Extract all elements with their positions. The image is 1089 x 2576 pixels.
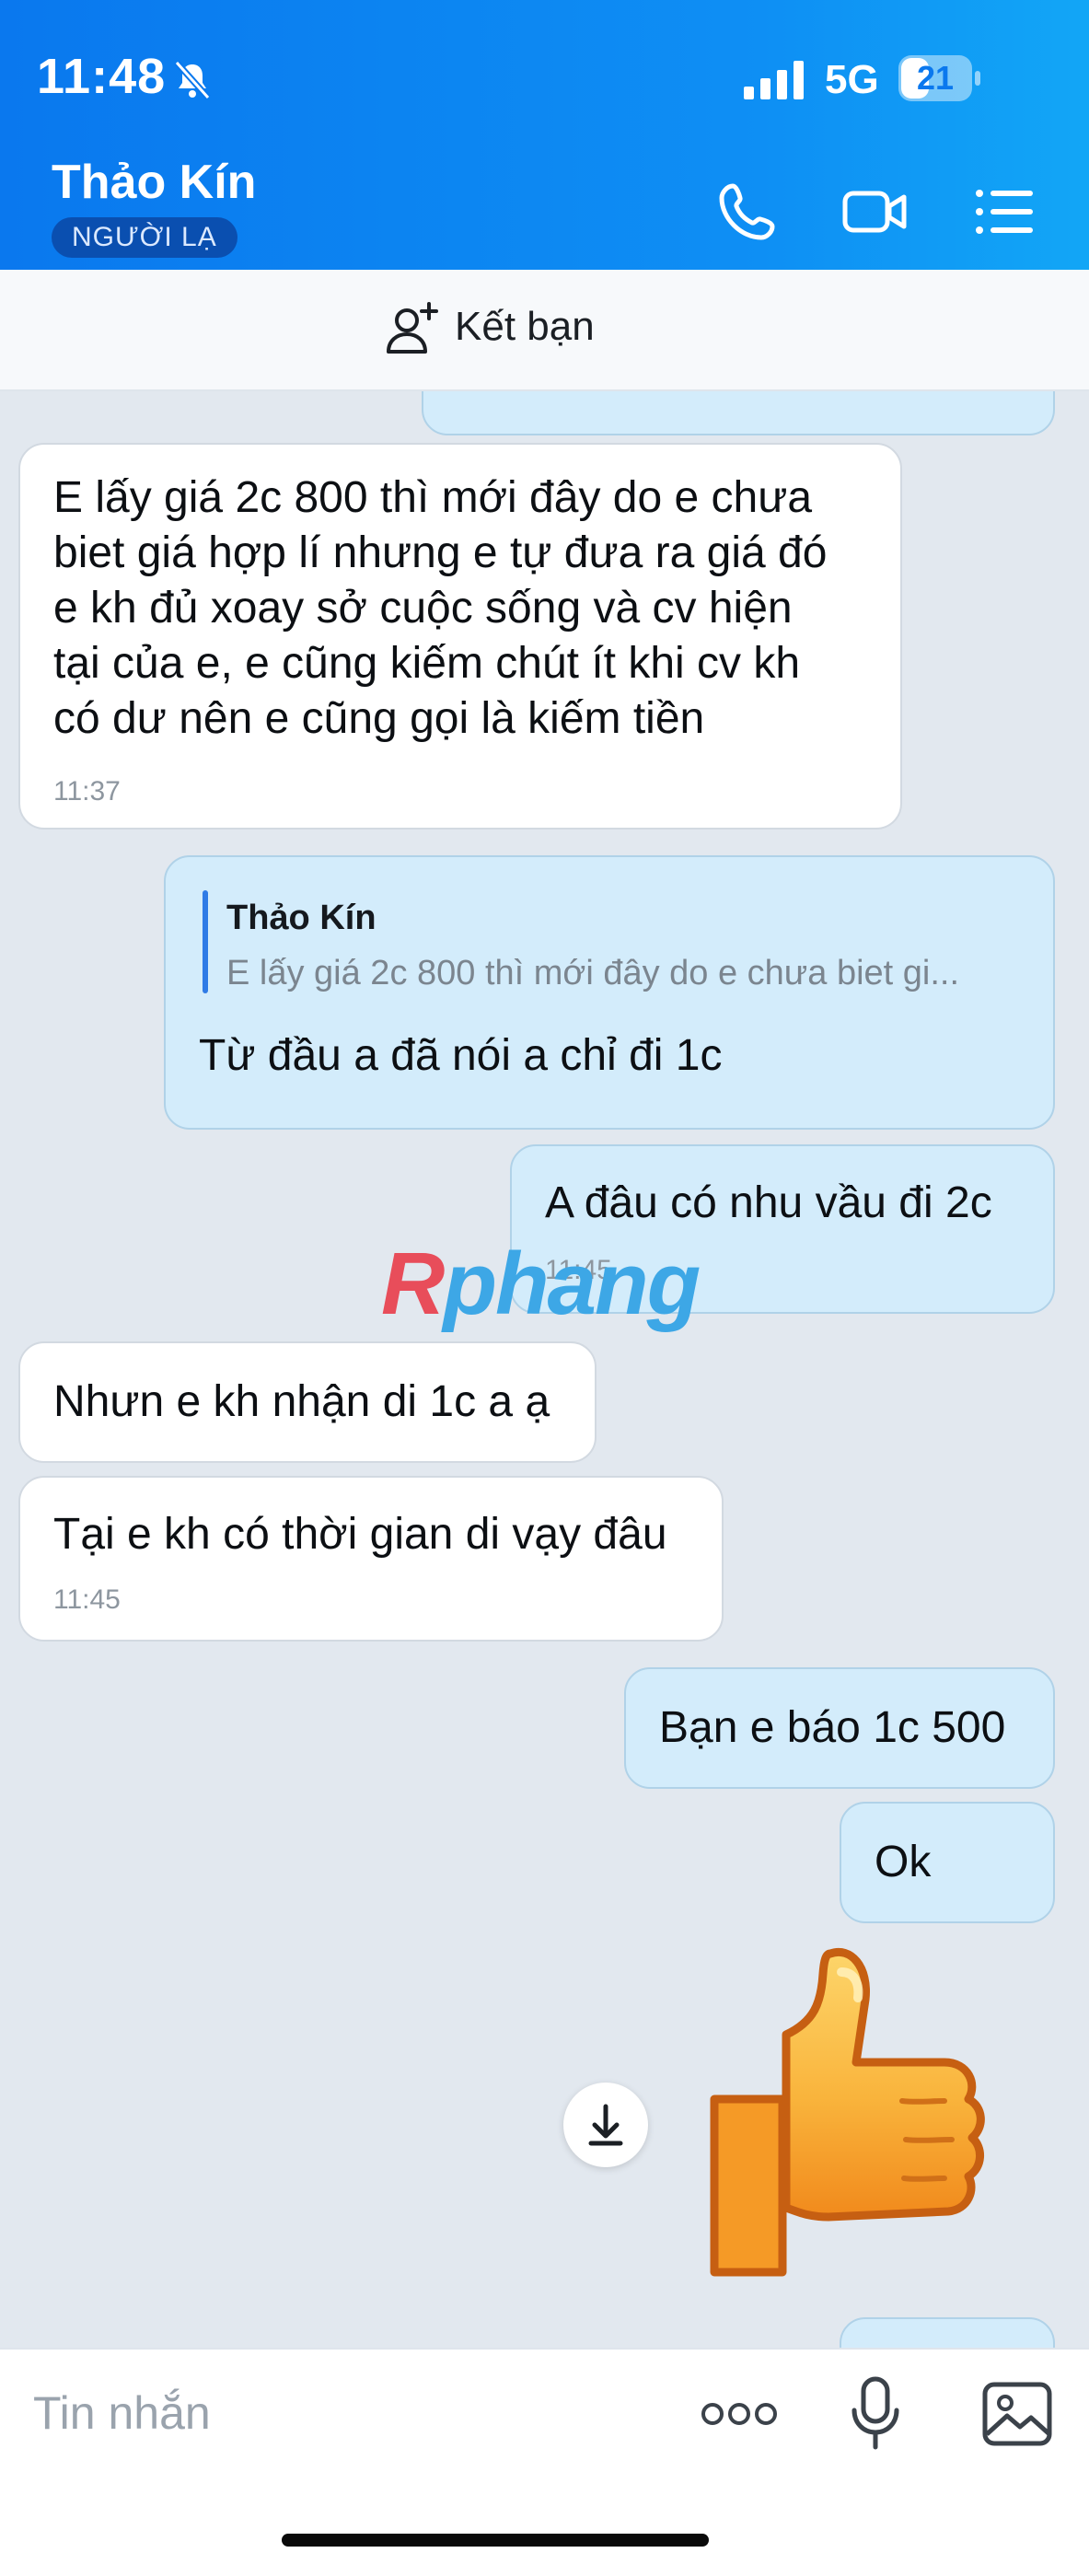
message-text: Bạn e báo 1c 500 — [659, 1703, 1006, 1752]
add-user-icon[interactable] — [385, 300, 442, 357]
message-bubble-outgoing-reply[interactable]: Thảo Kín E lấy giá 2c 800 thì mới đây do… — [164, 855, 1055, 1130]
battery-icon: 21 — [898, 55, 983, 103]
message-text: Ok — [875, 1838, 932, 1886]
quote-bar — [203, 890, 208, 993]
download-icon — [588, 2104, 623, 2146]
watermark-logo: Rphang — [381, 1235, 701, 1333]
message-text: A đâu có nhu vầu đi 2c — [545, 1178, 992, 1227]
image-icon[interactable] — [981, 2381, 1053, 2447]
message-text: Từ đầu a đã nói a chỉ đi 1c — [199, 1031, 723, 1080]
microphone-icon[interactable] — [849, 2375, 902, 2453]
message-input[interactable]: Tin nhắn — [33, 2386, 211, 2440]
battery-level: 21 — [916, 59, 955, 97]
quote-snippet: E lấy giá 2c 800 thì mới đây do e chưa b… — [226, 954, 960, 992]
home-indicator — [282, 2534, 709, 2547]
quote-author: Thảo Kín — [226, 899, 377, 937]
stranger-badge: NGƯỜI LẠ — [52, 217, 237, 258]
message-text: Nhưn e kh nhận di 1c a ạ — [53, 1377, 550, 1426]
contact-name[interactable]: Thảo Kín — [52, 155, 256, 210]
message-bubble-incoming[interactable]: Tại e kh có thời gian di vạy đâu 11:45 — [18, 1476, 724, 1642]
message-text: E lấy giá 2c 800 thì mới đây do e chưa b… — [53, 473, 828, 743]
message-text: Tại e kh có thời gian di vạy đâu — [53, 1510, 667, 1559]
phone-icon[interactable] — [716, 177, 786, 247]
add-friend-button[interactable]: Kết bạn — [455, 304, 595, 350]
menu-icon[interactable] — [970, 177, 1040, 247]
message-bubble-partial[interactable] — [422, 391, 1055, 435]
message-bubble-outgoing[interactable]: Bạn e báo 1c 500 — [624, 1667, 1055, 1789]
message-time: 11:45 — [53, 1584, 121, 1615]
message-bubble-incoming[interactable]: Nhưn e kh nhận di 1c a ạ — [18, 1341, 597, 1463]
message-bubble-incoming[interactable]: E lấy giá 2c 800 thì mới đây do e chưa b… — [18, 443, 902, 830]
status-time: 11:48 — [37, 49, 167, 104]
signal-icon — [744, 61, 804, 99]
chat-header: 11:48 5G 21 Thảo Kín NGƯỜI LẠ — [0, 0, 1089, 270]
more-icon[interactable] — [700, 2390, 779, 2438]
message-bubble-outgoing[interactable]: Ok — [840, 1802, 1055, 1923]
message-time: 11:37 — [53, 776, 121, 806]
muted-bell-icon — [174, 60, 211, 100]
network-type: 5G — [825, 57, 879, 102]
download-button[interactable] — [563, 2083, 648, 2167]
video-call-icon[interactable] — [840, 177, 909, 247]
thumbs-up-sticker[interactable] — [703, 1944, 1025, 2294]
message-bubble-partial[interactable] — [840, 2317, 1055, 2348]
